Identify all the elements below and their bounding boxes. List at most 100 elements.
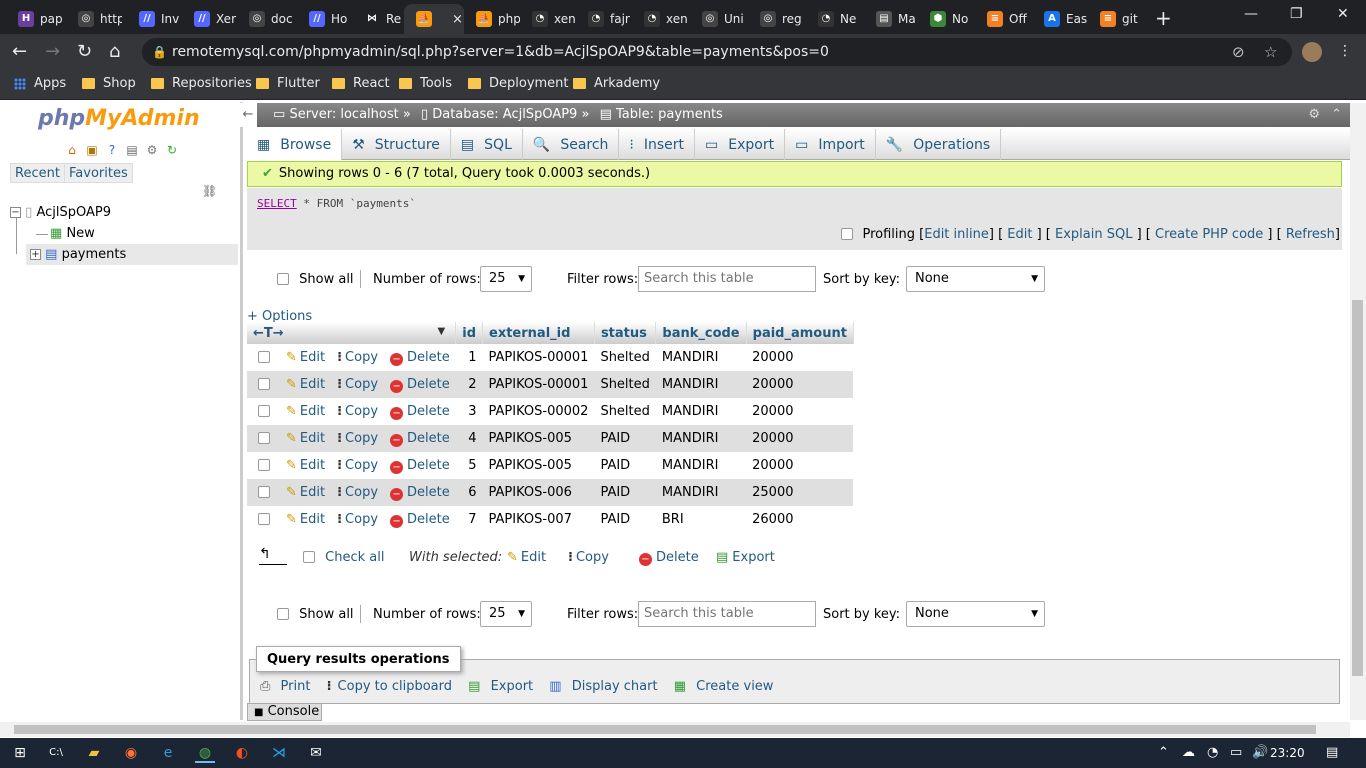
battery-icon[interactable]: ▭: [1230, 745, 1242, 760]
volume-icon[interactable]: 🔊: [1252, 745, 1268, 760]
bookmark-flutter[interactable]: Flutter: [256, 76, 320, 91]
settings-gear-icon[interactable]: ⚙: [144, 142, 160, 158]
browser-tab[interactable]: ⛵ ×: [404, 4, 464, 34]
cell-status[interactable]: Shelted: [594, 371, 656, 398]
browser-tab[interactable]: // Xer: [182, 4, 238, 34]
sort-dropdown-icon[interactable]: ▼: [438, 326, 446, 337]
bookmark-react[interactable]: React: [332, 76, 390, 91]
collapse-top-menu-icon[interactable]: ⌃: [1331, 103, 1342, 127]
copy-to-clipboard-link[interactable]: ⁝ Copy to clipboard: [327, 679, 458, 694]
column-header-bank-code[interactable]: bank_code: [655, 322, 747, 344]
cell-status[interactable]: PAID: [594, 479, 656, 506]
delete-row-button[interactable]: − Delete: [390, 458, 450, 474]
export-link[interactable]: ▤ Export: [468, 679, 539, 694]
cell-id[interactable]: 5: [456, 452, 483, 479]
bookmark-arkademy[interactable]: Arkademy: [573, 76, 660, 91]
tab-browse[interactable]: ▦ Browse: [247, 129, 343, 160]
cell-bank-code[interactable]: MANDIRI: [656, 398, 746, 425]
cell-paid-amount[interactable]: 26000: [746, 506, 853, 533]
cell-status[interactable]: Shelted: [594, 344, 655, 371]
cell-paid-amount[interactable]: 20000: [746, 344, 853, 371]
cell-external-id[interactable]: PAPIKOS-00001: [482, 371, 595, 398]
breadcrumb-database[interactable]: Database: AcjlSpOAP9 »: [432, 107, 589, 122]
tree-database-node[interactable]: − ▯ AcjlSpOAP9: [10, 205, 111, 220]
browser-tab[interactable]: ◎ reg: [748, 4, 804, 34]
table-row[interactable]: ✎ Edit ⁝ Copy − Delete 1 PAPIKOS-00001 Shelted MA…: [247, 344, 853, 371]
cell-id[interactable]: 4: [455, 425, 483, 452]
bulk-edit-button[interactable]: ✎ Edit: [507, 550, 546, 565]
delete-row-button[interactable]: − Delete: [390, 485, 450, 501]
profiling-checkbox[interactable]: [841, 228, 854, 240]
edit-row-button[interactable]: ✎ Edit: [286, 458, 325, 473]
expand-icon[interactable]: +: [30, 249, 41, 260]
collapse-icon[interactable]: −: [10, 207, 21, 218]
create-php-code-link[interactable]: Create PHP code: [1155, 227, 1263, 242]
copy-row-button[interactable]: ⁝ Copy: [337, 512, 378, 527]
tab-operations[interactable]: 🔧 Operations: [876, 129, 1002, 160]
edit-inline-link[interactable]: Edit inline: [924, 227, 989, 242]
vertical-scrollbar-thumb[interactable]: [1352, 300, 1363, 676]
row-checkbox[interactable]: [258, 404, 270, 417]
copy-row-button[interactable]: ⁝ Copy: [337, 431, 378, 446]
table-row[interactable]: ✎ Edit ⁝ Copy − Delete 5 PAPIKOS-005 PAID MANDIRI…: [247, 452, 853, 479]
console-toggle[interactable]: ■ Console: [247, 703, 322, 721]
tree-table-payments[interactable]: + ▤ payments: [26, 244, 238, 265]
browser-tab[interactable]: ◎ Uni: [690, 4, 746, 34]
browser-tab[interactable]: ⛵ php: [464, 4, 520, 34]
bulk-delete-button[interactable]: − Delete: [639, 550, 699, 566]
chrome-menu-icon[interactable]: ⋮: [1338, 43, 1352, 59]
copy-row-button[interactable]: ⁝ Copy: [337, 485, 378, 500]
row-checkbox[interactable]: [258, 377, 270, 390]
vscode-icon[interactable]: ⋊: [269, 743, 289, 763]
column-header-status[interactable]: status: [594, 322, 657, 344]
browser-tab[interactable]: // Ho: [297, 4, 353, 34]
tab-structure[interactable]: ⚒ Structure: [342, 129, 451, 160]
column-resize-icon[interactable]: ←T→: [253, 326, 284, 341]
edit-row-button[interactable]: ✎ Edit: [286, 350, 325, 365]
browser-tab[interactable]: ▤ Ma: [864, 4, 920, 34]
cell-id[interactable]: 7: [456, 506, 483, 533]
cell-bank-code[interactable]: MANDIRI: [655, 479, 747, 506]
row-checkbox[interactable]: [258, 350, 270, 363]
check-all-toggle[interactable]: Check all: [303, 550, 384, 565]
sort-by-key-select[interactable]: None ▼: [906, 601, 1045, 627]
horizontal-scrollbar-thumb[interactable]: [14, 725, 1316, 734]
back-button[interactable]: ←: [12, 41, 27, 62]
tab-search[interactable]: 🔍 Search: [523, 129, 620, 160]
cell-status[interactable]: Shelted: [594, 398, 655, 425]
cookie-blocked-icon[interactable]: ⊘: [1232, 38, 1245, 66]
sort-by-key-select[interactable]: None ▼: [906, 266, 1045, 292]
browser-tab[interactable]: ◔ xen: [632, 4, 688, 34]
delete-row-button[interactable]: − Delete: [390, 350, 450, 366]
help-icon[interactable]: ?: [104, 142, 120, 158]
edit-row-button[interactable]: ✎ Edit: [286, 512, 325, 527]
chrome-icon[interactable]: ◍: [195, 743, 215, 763]
browser-tab[interactable]: // Inv: [127, 4, 183, 34]
edit-row-button[interactable]: ✎ Edit: [286, 377, 325, 392]
column-header-id[interactable]: id: [455, 322, 484, 344]
table-row[interactable]: ✎ Edit ⁝ Copy − Delete 4 PAPIKOS-005 PAID MANDIRI…: [247, 425, 854, 452]
profile-avatar[interactable]: [1302, 42, 1322, 62]
cell-external-id[interactable]: PAPIKOS-00002: [483, 398, 595, 425]
column-header-paid-amount[interactable]: paid_amount: [746, 322, 854, 344]
filter-rows-input[interactable]: Search this table: [638, 601, 816, 627]
cell-paid-amount[interactable]: 20000: [746, 371, 854, 398]
wifi-icon[interactable]: ◔: [1207, 745, 1218, 760]
cell-paid-amount[interactable]: 20000: [746, 425, 854, 452]
rows-select[interactable]: 25 ▼: [480, 601, 532, 627]
row-checkbox[interactable]: [258, 431, 270, 444]
mail-icon[interactable]: ✉: [306, 743, 326, 763]
delete-row-button[interactable]: − Delete: [390, 377, 450, 393]
cell-external-id[interactable]: PAPIKOS-006: [482, 479, 595, 506]
documentation-icon[interactable]: ▤: [124, 142, 140, 158]
column-header-external-id[interactable]: external_id: [482, 322, 595, 344]
bulk-copy-button[interactable]: ⁝ Copy: [568, 550, 609, 565]
browser-tab[interactable]: A Eas: [1032, 4, 1088, 34]
cell-external-id[interactable]: PAPIKOS-005: [483, 452, 595, 479]
check-all-checkbox[interactable]: [303, 551, 315, 563]
breadcrumb-server[interactable]: Server: localhost »: [289, 107, 410, 122]
table-row[interactable]: ✎ Edit ⁝ Copy − Delete 3 PAPIKOS-00002 Shelted MA…: [247, 398, 853, 425]
cell-id[interactable]: 2: [455, 371, 483, 398]
recent-tables-tab[interactable]: Recent: [10, 163, 65, 183]
bookmark-repositories[interactable]: Repositories: [151, 76, 252, 91]
